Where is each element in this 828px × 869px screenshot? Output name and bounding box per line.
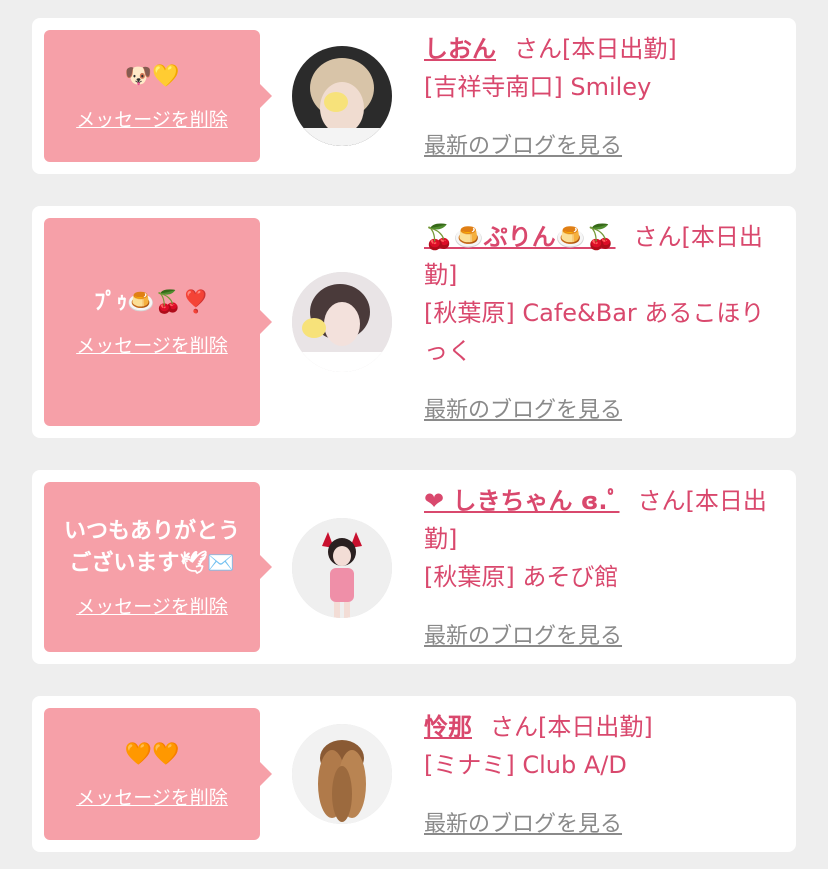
latest-blog-link[interactable]: 最新のブログを見る	[424, 392, 622, 424]
status-text: さん[本日出勤]	[514, 35, 677, 63]
message-line: ございます🕊✉️	[69, 550, 235, 576]
cast-card-1: 🐶💛 メッセージを削除 しおん さん[本日出勤] [吉祥寺南口] Smiley 最…	[32, 18, 796, 174]
avatar[interactable]	[292, 46, 392, 146]
message-line: いつもありがとう	[63, 518, 240, 544]
location-text: [吉祥寺南口] Smiley	[424, 73, 652, 101]
message-bubble: 🧡🧡 メッセージを削除	[44, 708, 272, 840]
latest-blog-link[interactable]: 最新のブログを見る	[424, 618, 622, 650]
delete-message-link[interactable]: メッセージを削除	[76, 783, 228, 810]
cast-card-2: ﾌﾟｩ🍮🍒❣️ メッセージを削除 🍒🍮ぷりん🍮🍒 さん[本日出勤] [秋葉原] C…	[32, 206, 796, 438]
cast-name-link[interactable]: しおん	[424, 35, 496, 63]
cast-info: 怜那 さん[本日出勤] [ミナミ] Club A/D	[424, 708, 782, 784]
location-text: [秋葉原] あそび館	[424, 563, 619, 591]
latest-blog-link[interactable]: 最新のブログを見る	[424, 128, 622, 160]
location-text: [ミナミ] Club A/D	[424, 751, 627, 779]
avatar[interactable]	[292, 272, 392, 372]
message-text: 🐶💛	[124, 63, 180, 89]
cast-name-link[interactable]: 🍒🍮ぷりん🍮🍒	[424, 223, 616, 251]
message-text: ﾌﾟｩ🍮🍒❣️	[94, 289, 210, 315]
cast-card-4: 🧡🧡 メッセージを削除 怜那 さん[本日出勤] [ミナミ] Club A/D 最新…	[32, 696, 796, 852]
cast-card-3: いつもありがとう ございます🕊✉️ メッセージを削除 ❤︎ しきちゃん ɞ.ﾟさ…	[32, 470, 796, 664]
cast-name-link[interactable]: ❤︎ しきちゃん ɞ.ﾟ	[424, 487, 620, 515]
cast-info: 🍒🍮ぷりん🍮🍒 さん[本日出勤] [秋葉原] Cafe&Bar あるこほりっく	[424, 218, 782, 370]
avatar[interactable]	[292, 724, 392, 824]
cast-info: しおん さん[本日出勤] [吉祥寺南口] Smiley	[424, 30, 782, 106]
delete-message-link[interactable]: メッセージを削除	[76, 105, 228, 132]
status-text: さん[本日出勤]	[490, 713, 653, 741]
cast-info: ❤︎ しきちゃん ɞ.ﾟ さん[本日出勤] [秋葉原] あそび館	[424, 482, 782, 596]
delete-message-link[interactable]: メッセージを削除	[76, 592, 228, 619]
message-bubble: いつもありがとう ございます🕊✉️ メッセージを削除	[44, 482, 272, 652]
message-text: いつもありがとう ございます🕊✉️	[64, 516, 240, 580]
latest-blog-link[interactable]: 最新のブログを見る	[424, 806, 622, 838]
delete-message-link[interactable]: メッセージを削除	[76, 331, 228, 358]
message-text: 🧡🧡	[124, 741, 180, 767]
cast-name-link[interactable]: 怜那	[424, 713, 472, 741]
avatar[interactable]	[292, 518, 392, 618]
message-bubble: ﾌﾟｩ🍮🍒❣️ メッセージを削除	[44, 218, 272, 426]
location-text: [秋葉原] Cafe&Bar あるこほりっく	[424, 299, 765, 365]
message-bubble: 🐶💛 メッセージを削除	[44, 30, 272, 162]
